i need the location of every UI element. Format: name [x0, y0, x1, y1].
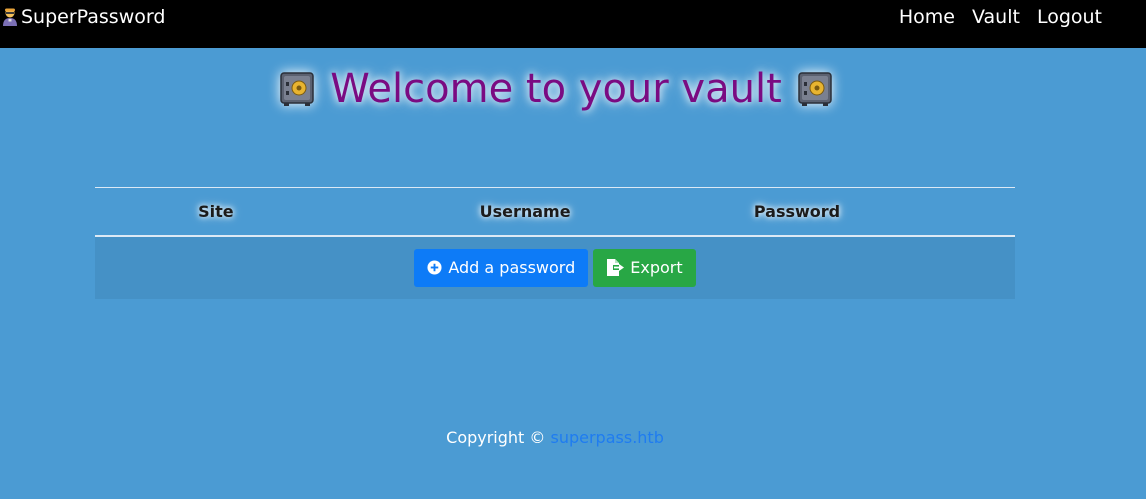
table-header-row: Site Username Password [95, 187, 1015, 236]
export-label: Export [630, 258, 683, 277]
column-header-actions [888, 188, 1015, 236]
nav-home-link[interactable]: Home [899, 6, 955, 28]
page-title-text: Welcome to your vault [330, 66, 782, 112]
table-actions-row: Add a password Export [95, 235, 1015, 299]
superhero-icon [0, 7, 20, 27]
nav-logout-link[interactable]: Logout [1037, 6, 1102, 28]
brand-link[interactable]: SuperPassword [0, 6, 165, 28]
brand-name: SuperPassword [21, 6, 166, 28]
footer-site-link[interactable]: superpass.htb [551, 428, 664, 447]
safe-icon [796, 70, 834, 108]
add-password-label: Add a password [448, 258, 576, 277]
add-password-button[interactable]: Add a password [414, 248, 589, 287]
nav-vault-link[interactable]: Vault [972, 6, 1020, 28]
footer: Copyright © superpass.htb [0, 428, 1110, 447]
file-export-icon [606, 259, 625, 276]
top-navbar: SuperPassword Home Vault Logout [0, 0, 1146, 48]
page-title: Welcome to your vault [0, 66, 1112, 112]
safe-icon [278, 70, 316, 108]
column-header-site: Site [198, 201, 234, 221]
vault-table-container: Site Username Password Add a password Ex… [95, 187, 1015, 299]
plus-circle-icon [427, 260, 442, 275]
actions-cell: Add a password Export [95, 235, 1015, 299]
vault-table: Site Username Password Add a password Ex… [95, 187, 1015, 299]
export-button[interactable]: Export [593, 248, 696, 287]
nav-links: Home Vault Logout [899, 6, 1102, 28]
copyright-text: Copyright © [446, 428, 546, 447]
column-header-password: Password [753, 201, 841, 221]
column-header-username: Username [479, 201, 571, 221]
